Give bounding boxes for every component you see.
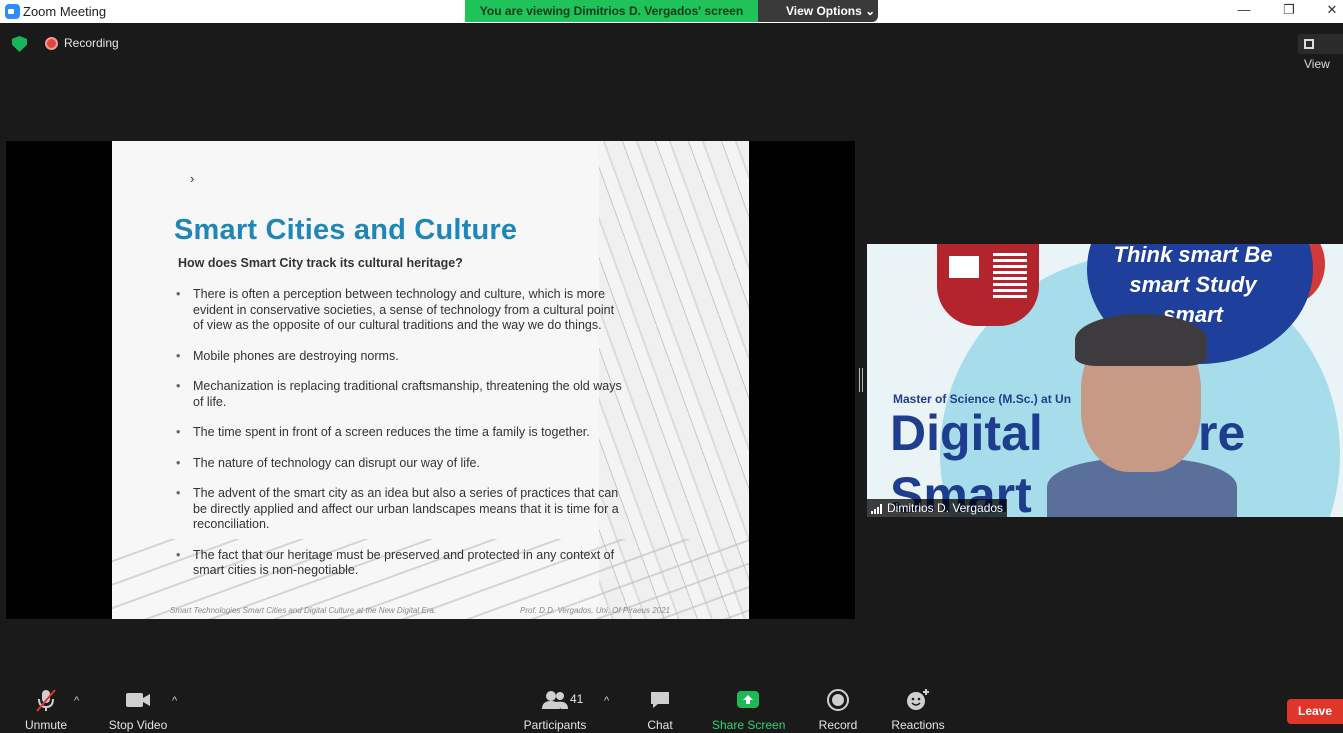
chat-bubble-icon bbox=[651, 692, 669, 708]
record-label: Record bbox=[818, 718, 858, 732]
slide-bullet: The advent of the smart city as an idea … bbox=[176, 486, 626, 533]
video-camera-icon bbox=[126, 693, 150, 707]
reactions-label: Reactions bbox=[891, 718, 945, 732]
record-button[interactable]: Record bbox=[816, 687, 860, 733]
slide-bullet: Mobile phones are destroying norms. bbox=[176, 349, 626, 365]
video-options-chevron-icon[interactable]: ^ bbox=[172, 695, 177, 707]
zoom-app-icon bbox=[5, 4, 20, 19]
view-label: View bbox=[1304, 57, 1330, 71]
audio-options-chevron-icon[interactable]: ^ bbox=[74, 695, 79, 707]
speaker-hair bbox=[1075, 314, 1207, 366]
unmute-button[interactable]: Unmute bbox=[20, 687, 72, 733]
slide-footer-left: Smart Technologies Smart Cities and Digi… bbox=[170, 606, 437, 615]
mouse-cursor-icon: › bbox=[190, 171, 195, 186]
stop-video-button[interactable]: Stop Video bbox=[106, 687, 170, 733]
slide-bullet: There is often a perception between tech… bbox=[176, 287, 626, 334]
meeting-controls-toolbar: Unmute ^ Stop Video ^ 41 Participants ^ … bbox=[0, 683, 1343, 733]
share-screen-label: Share Screen bbox=[712, 718, 786, 732]
record-icon bbox=[827, 689, 849, 711]
recording-dot-icon bbox=[45, 37, 58, 50]
reactions-button[interactable]: Reactions bbox=[890, 687, 946, 733]
meeting-status-row: Recording View bbox=[0, 24, 1343, 71]
participants-count: 41 bbox=[570, 692, 584, 706]
shared-screen: › Smart Cities and Culture How does Smar… bbox=[6, 141, 855, 619]
slide-subtitle: How does Smart City track its cultural h… bbox=[178, 256, 463, 270]
speaker-video-tile[interactable]: Think smart Be smart Study smart Master … bbox=[867, 244, 1343, 517]
slide-bullet: The nature of technology can disrupt our… bbox=[176, 456, 626, 472]
participants-button[interactable]: 41 Participants bbox=[522, 687, 588, 733]
muted-microphone-icon bbox=[36, 689, 56, 712]
share-screen-button[interactable]: Share Screen bbox=[712, 687, 786, 733]
slide-bullet: The fact that our heritage must be prese… bbox=[176, 548, 626, 579]
university-crest-logo bbox=[937, 244, 1039, 326]
share-screen-icon bbox=[737, 691, 759, 708]
recording-label: Recording bbox=[64, 36, 119, 50]
participant-name-tag: Dimitrios D. Vergados bbox=[867, 499, 1008, 517]
close-button[interactable]: ✕ bbox=[1322, 2, 1342, 20]
slide-title: Smart Cities and Culture bbox=[174, 214, 518, 246]
slide-bullet-list: There is often a perception between tech… bbox=[176, 287, 626, 594]
leave-meeting-button[interactable]: Leave bbox=[1287, 699, 1343, 724]
participants-label: Participants bbox=[523, 718, 587, 732]
grid-view-icon bbox=[1304, 39, 1314, 49]
presentation-slide: › Smart Cities and Culture How does Smar… bbox=[112, 141, 749, 619]
background-big-text-1: Digitalre / bbox=[890, 404, 1245, 517]
security-shield-icon[interactable] bbox=[12, 36, 27, 52]
participant-name: Dimitrios D. Vergados bbox=[887, 501, 1004, 515]
minimize-button[interactable]: — bbox=[1234, 2, 1254, 20]
unmute-label: Unmute bbox=[24, 718, 68, 732]
view-options-button[interactable]: View Options ⌄ bbox=[758, 0, 878, 22]
big-text-1-start: Digital bbox=[890, 405, 1043, 461]
slide-bullet: Mechanization is replacing traditional c… bbox=[176, 379, 626, 410]
connection-signal-icon bbox=[871, 504, 885, 514]
chat-label: Chat bbox=[647, 718, 673, 732]
panel-resize-handle[interactable] bbox=[859, 368, 863, 392]
view-layout-button[interactable]: View bbox=[1298, 34, 1343, 71]
slide-footer-right: Prof. D.D. Vergados, Uni. Of Piraeus 202… bbox=[520, 606, 670, 615]
participants-options-chevron-icon[interactable]: ^ bbox=[604, 695, 609, 707]
restore-button[interactable]: ❐ bbox=[1279, 2, 1299, 20]
window-title: Zoom Meeting bbox=[23, 4, 107, 19]
viewing-screen-banner: You are viewing Dimitrios D. Vergados' s… bbox=[465, 0, 758, 22]
slide-bullet: The time spent in front of a screen redu… bbox=[176, 425, 626, 441]
smiley-add-icon bbox=[907, 689, 929, 710]
chat-button[interactable]: Chat bbox=[640, 687, 680, 733]
stop-video-label: Stop Video bbox=[108, 718, 168, 732]
participants-icon bbox=[542, 691, 568, 709]
